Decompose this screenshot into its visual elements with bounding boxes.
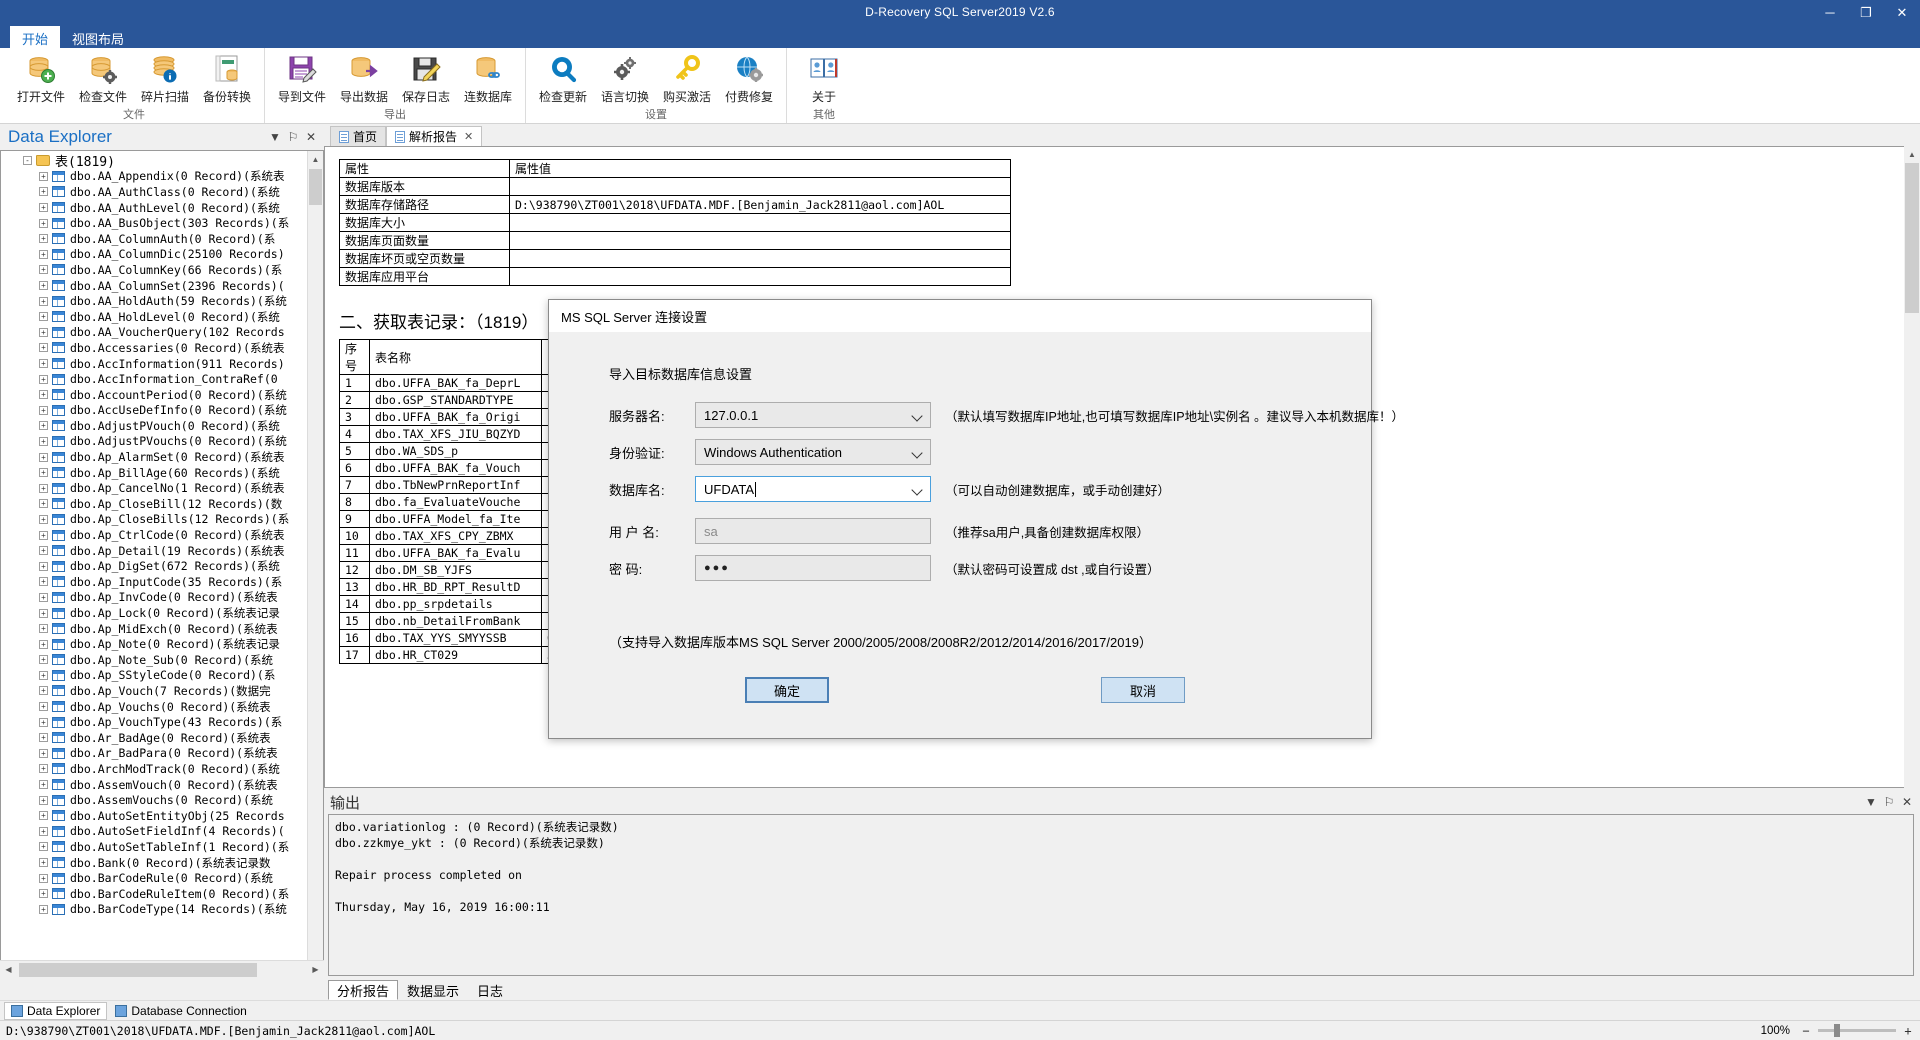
database-name-input[interactable]: UFDATA bbox=[695, 476, 931, 502]
field-value: 127.0.0.1 bbox=[704, 407, 759, 423]
dialog-section-label: 导入目标数据库信息设置 bbox=[609, 367, 753, 382]
server-name-input[interactable]: 127.0.0.1 bbox=[695, 402, 931, 428]
ok-button[interactable]: 确定 bbox=[745, 677, 829, 703]
dialog-field-row: 服务器名: 127.0.0.1 （默认填写数据库IP地址,也可填写数据库IP地址\实… bbox=[609, 402, 1404, 428]
text-cursor bbox=[755, 481, 757, 497]
field-value: sa bbox=[704, 523, 718, 539]
authentication-select[interactable]: Windows Authentication bbox=[695, 439, 931, 465]
username-input[interactable]: sa bbox=[695, 518, 931, 544]
dialog-field-label: 数据库名: bbox=[609, 482, 665, 498]
dialog-body: 导入目标数据库信息设置 服务器名: 127.0.0.1 （默认填写数据库IP地址,也… bbox=[549, 332, 1404, 738]
chevron-down-icon[interactable] bbox=[904, 440, 930, 464]
field-value: UFDATA bbox=[704, 481, 755, 497]
dialog-field-row: 密 码: ●●● （默认密码可设置成 dst ,或自行设置） bbox=[609, 555, 1160, 581]
dialog-field-label: 密 码: bbox=[609, 561, 643, 577]
application-window: D-Recovery SQL Server2019 V2.6 ─ ❐ ✕ 开始 … bbox=[0, 0, 1920, 1040]
modal-overlay: MS SQL Server 连接设置 导入目标数据库信息设置 服务器名: 127.… bbox=[0, 0, 1920, 1040]
dialog-field-hint: （默认填写数据库IP地址,也可填写数据库IP地址\实例名 。建议导入本机数据库！… bbox=[945, 409, 1405, 424]
chevron-down-icon[interactable] bbox=[904, 403, 930, 427]
dialog-field-row: 用 户 名: sa （推荐sa用户,具备创建数据库权限） bbox=[609, 518, 1149, 544]
dialog-support-note: （支持导入数据库版本MS SQL Server 2000/2005/2008/2… bbox=[609, 635, 1152, 650]
dialog-field-row: 数据库名: UFDATA （可以自动创建数据库，或手动创建好） bbox=[609, 476, 1170, 502]
dialog-field-label: 服务器名: bbox=[609, 408, 665, 424]
dialog-field-label: 身份验证: bbox=[609, 445, 665, 461]
cancel-button[interactable]: 取消 bbox=[1101, 677, 1185, 703]
field-value: ●●● bbox=[704, 562, 730, 574]
dialog-field-label: 用 户 名: bbox=[609, 524, 659, 540]
mssql-connection-dialog: MS SQL Server 连接设置 导入目标数据库信息设置 服务器名: 127.… bbox=[548, 299, 1404, 739]
dialog-field-hint: （默认密码可设置成 dst ,或自行设置） bbox=[945, 562, 1160, 577]
chevron-down-icon[interactable] bbox=[904, 477, 930, 501]
password-input[interactable]: ●●● bbox=[695, 555, 931, 581]
field-value: Windows Authentication bbox=[704, 444, 843, 460]
dialog-field-row: 身份验证: Windows Authentication bbox=[609, 439, 931, 465]
dialog-title: MS SQL Server 连接设置 bbox=[549, 300, 1371, 332]
dialog-field-hint: （可以自动创建数据库，或手动创建好） bbox=[945, 483, 1171, 498]
dialog-field-hint: （推荐sa用户,具备创建数据库权限） bbox=[945, 525, 1150, 540]
